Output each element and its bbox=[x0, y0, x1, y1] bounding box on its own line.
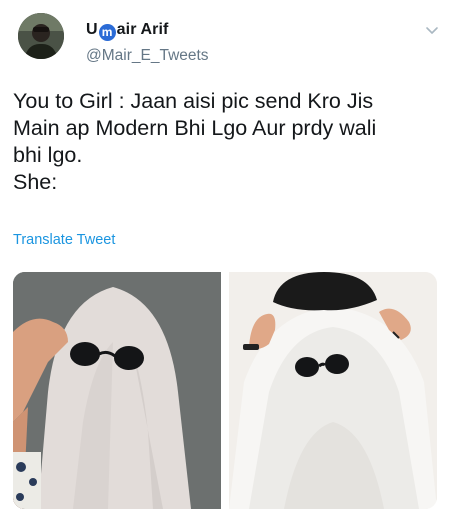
tweet-photo-1[interactable] bbox=[13, 272, 221, 509]
tweet-card: Um air Arif @Mair_E_Tweets You to Girl : … bbox=[0, 0, 450, 528]
author-name-row[interactable]: Um air Arif bbox=[86, 20, 168, 42]
avatar[interactable] bbox=[18, 13, 64, 59]
author-handle[interactable]: @Mair_E_Tweets bbox=[86, 47, 209, 65]
translate-tweet-link[interactable]: Translate Tweet bbox=[13, 232, 115, 248]
tweet-text: You to Girl : Jaan aisi pic send Kro Jis… bbox=[13, 89, 377, 194]
author-display-name[interactable]: Um air Arif bbox=[86, 21, 168, 41]
chevron-down-icon[interactable] bbox=[424, 22, 440, 38]
tweet-photo-2[interactable] bbox=[229, 272, 437, 509]
name-emoji-badge: m bbox=[98, 24, 116, 41]
